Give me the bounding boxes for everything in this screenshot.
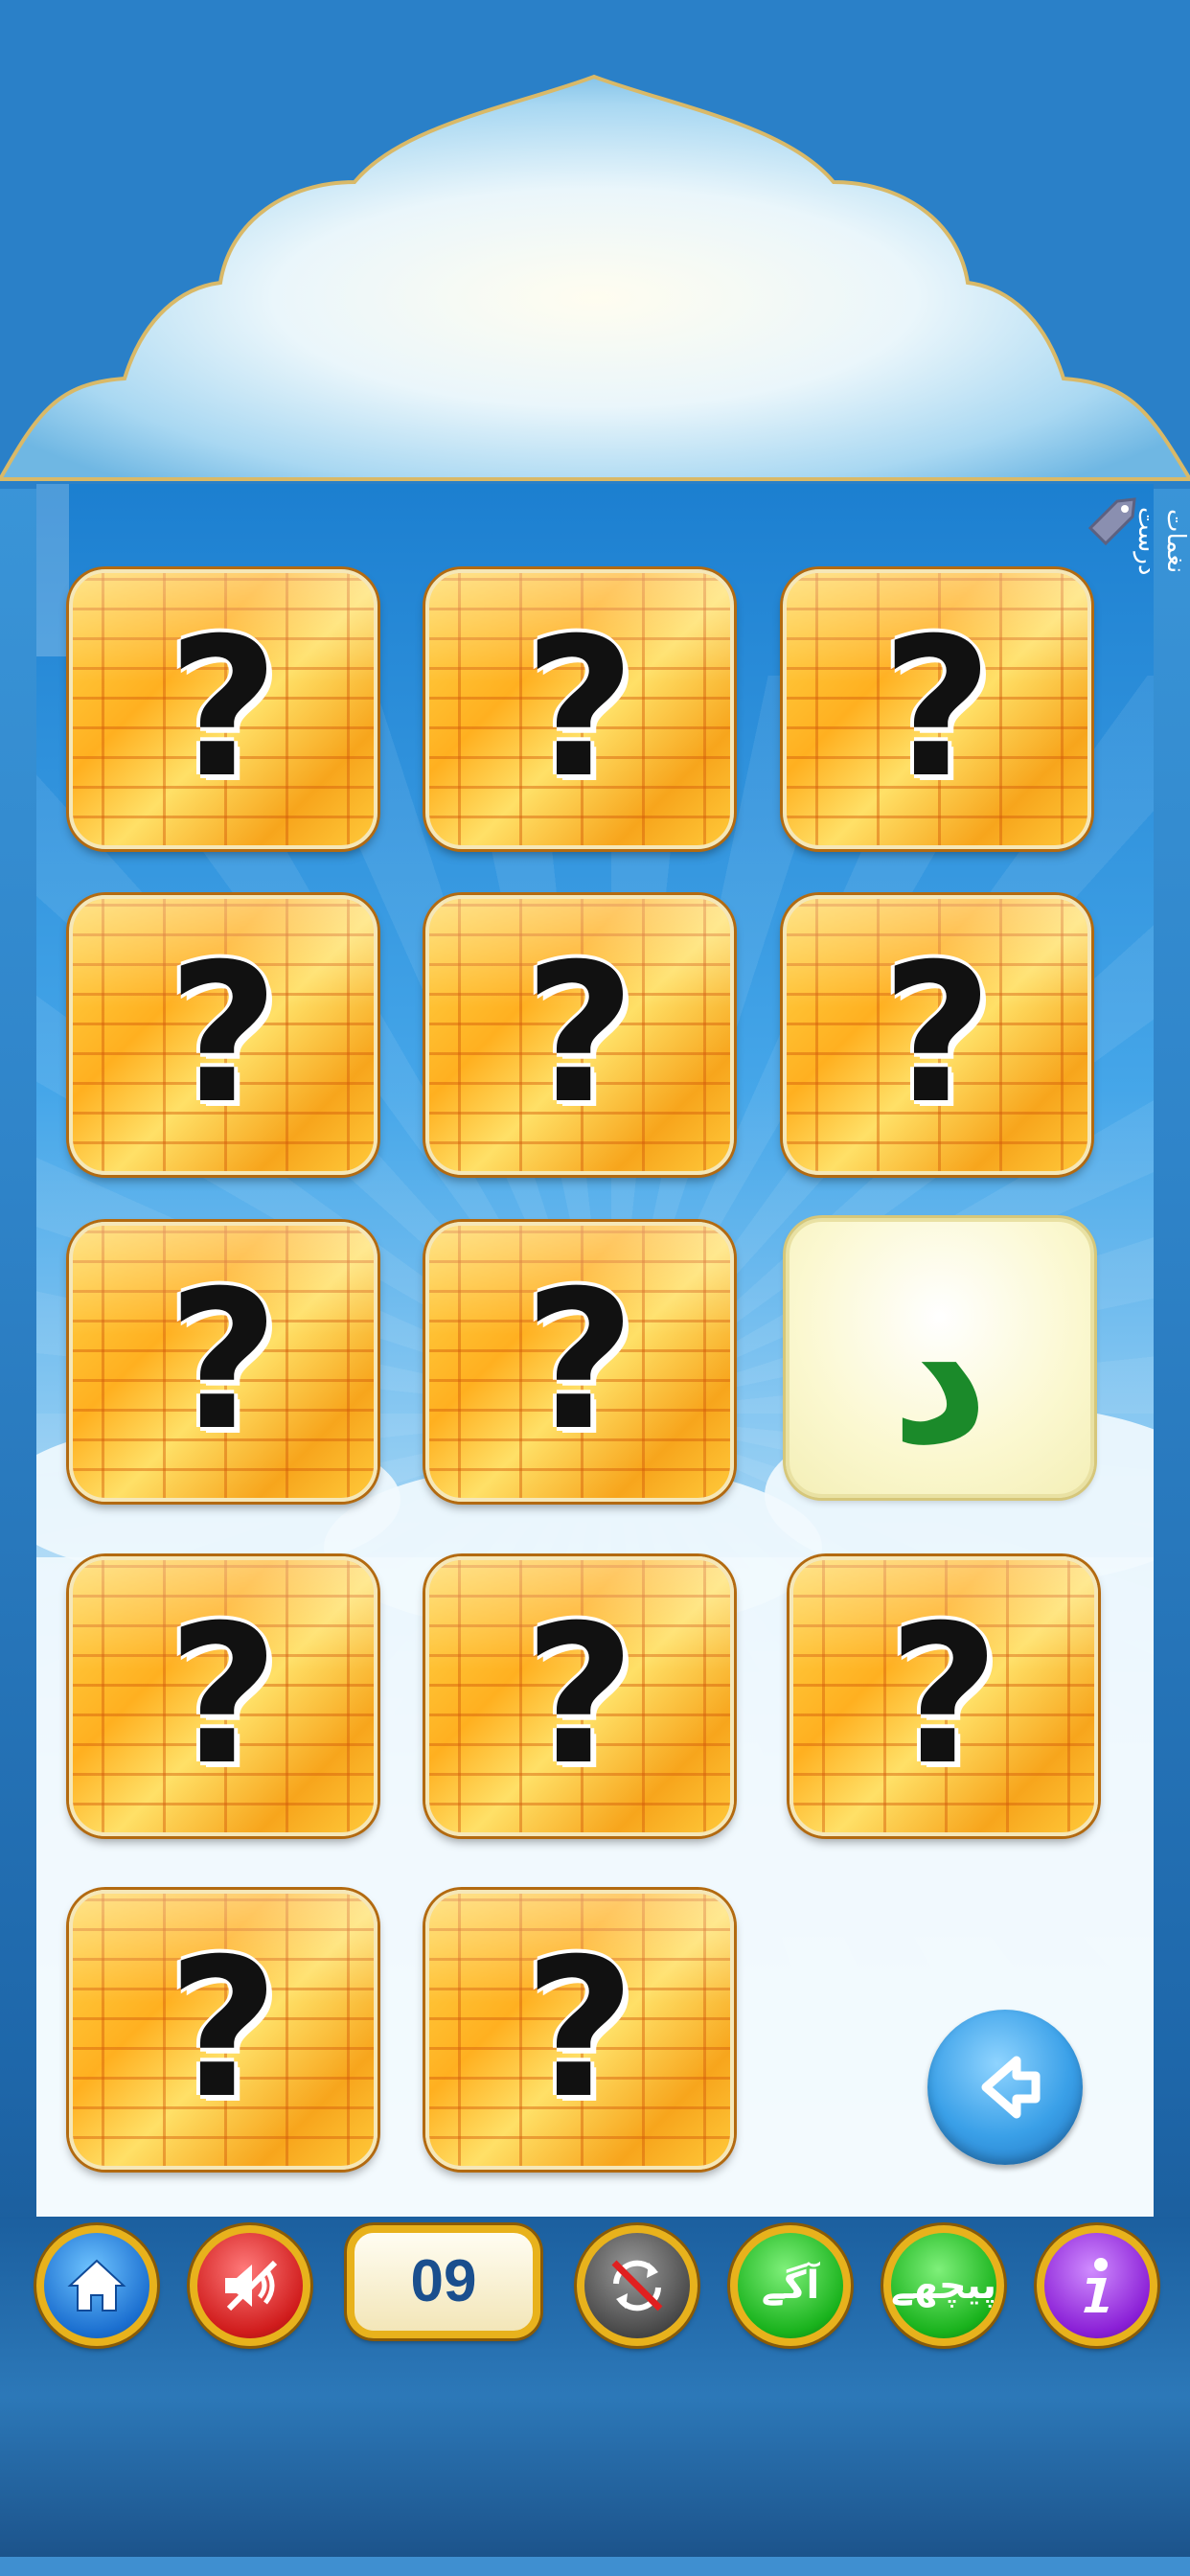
next-button[interactable]: آگے bbox=[730, 2225, 851, 2346]
side-label: نغمات درست bbox=[1133, 507, 1190, 576]
previous-button[interactable]: پیچھے bbox=[883, 2225, 1004, 2346]
memory-card-9-revealed[interactable]: د bbox=[786, 1218, 1094, 1498]
question-mark-icon: ? bbox=[167, 1250, 279, 1473]
question-mark-icon: ? bbox=[523, 1250, 635, 1473]
memory-card-12[interactable]: ? bbox=[790, 1556, 1098, 1836]
arch-decoration bbox=[0, 0, 1190, 489]
memory-card-13[interactable]: ? bbox=[69, 1890, 378, 2170]
memory-card-10[interactable]: ? bbox=[69, 1556, 378, 1836]
home-button[interactable] bbox=[36, 2225, 157, 2346]
repeat-off-icon bbox=[611, 2260, 663, 2312]
memory-card-14[interactable]: ? bbox=[425, 1890, 734, 2170]
info-button[interactable] bbox=[1037, 2225, 1157, 2346]
memory-card-5[interactable]: ? bbox=[425, 895, 734, 1175]
question-mark-icon: ? bbox=[167, 1584, 279, 1807]
home-icon bbox=[67, 2259, 126, 2312]
counter-display: 09 bbox=[347, 2225, 540, 2338]
question-mark-icon: ? bbox=[523, 1918, 635, 2141]
memory-card-4[interactable]: ? bbox=[69, 895, 378, 1175]
tag-icon[interactable] bbox=[1083, 494, 1140, 551]
memory-card-2[interactable]: ? bbox=[425, 569, 734, 849]
back-arrow-icon bbox=[981, 2056, 1041, 2119]
info-icon bbox=[1084, 2258, 1109, 2312]
question-mark-icon: ? bbox=[523, 597, 635, 820]
question-mark-icon: ? bbox=[167, 1918, 279, 2141]
question-mark-icon: ? bbox=[167, 923, 279, 1146]
memory-card-8[interactable]: ? bbox=[425, 1222, 734, 1502]
repeat-toggle-button[interactable] bbox=[577, 2225, 698, 2346]
next-label: آگے bbox=[761, 2264, 820, 2308]
memory-card-7[interactable]: ? bbox=[69, 1222, 378, 1502]
back-button[interactable] bbox=[927, 2010, 1083, 2165]
sound-toggle-button[interactable] bbox=[190, 2225, 310, 2346]
memory-card-3[interactable]: ? bbox=[783, 569, 1091, 849]
urdu-letter: د bbox=[890, 1264, 990, 1488]
memory-card-1[interactable]: ? bbox=[69, 569, 378, 849]
memory-card-11[interactable]: ? bbox=[425, 1556, 734, 1836]
question-mark-icon: ? bbox=[881, 923, 993, 1146]
question-mark-icon: ? bbox=[523, 1584, 635, 1807]
question-mark-icon: ? bbox=[167, 597, 279, 820]
memory-card-6[interactable]: ? bbox=[783, 895, 1091, 1175]
previous-label: پیچھے bbox=[891, 2264, 997, 2308]
sound-muted-icon bbox=[225, 2260, 278, 2312]
question-mark-icon: ? bbox=[887, 1584, 999, 1807]
question-mark-icon: ? bbox=[523, 923, 635, 1146]
question-mark-icon: ? bbox=[881, 597, 993, 820]
